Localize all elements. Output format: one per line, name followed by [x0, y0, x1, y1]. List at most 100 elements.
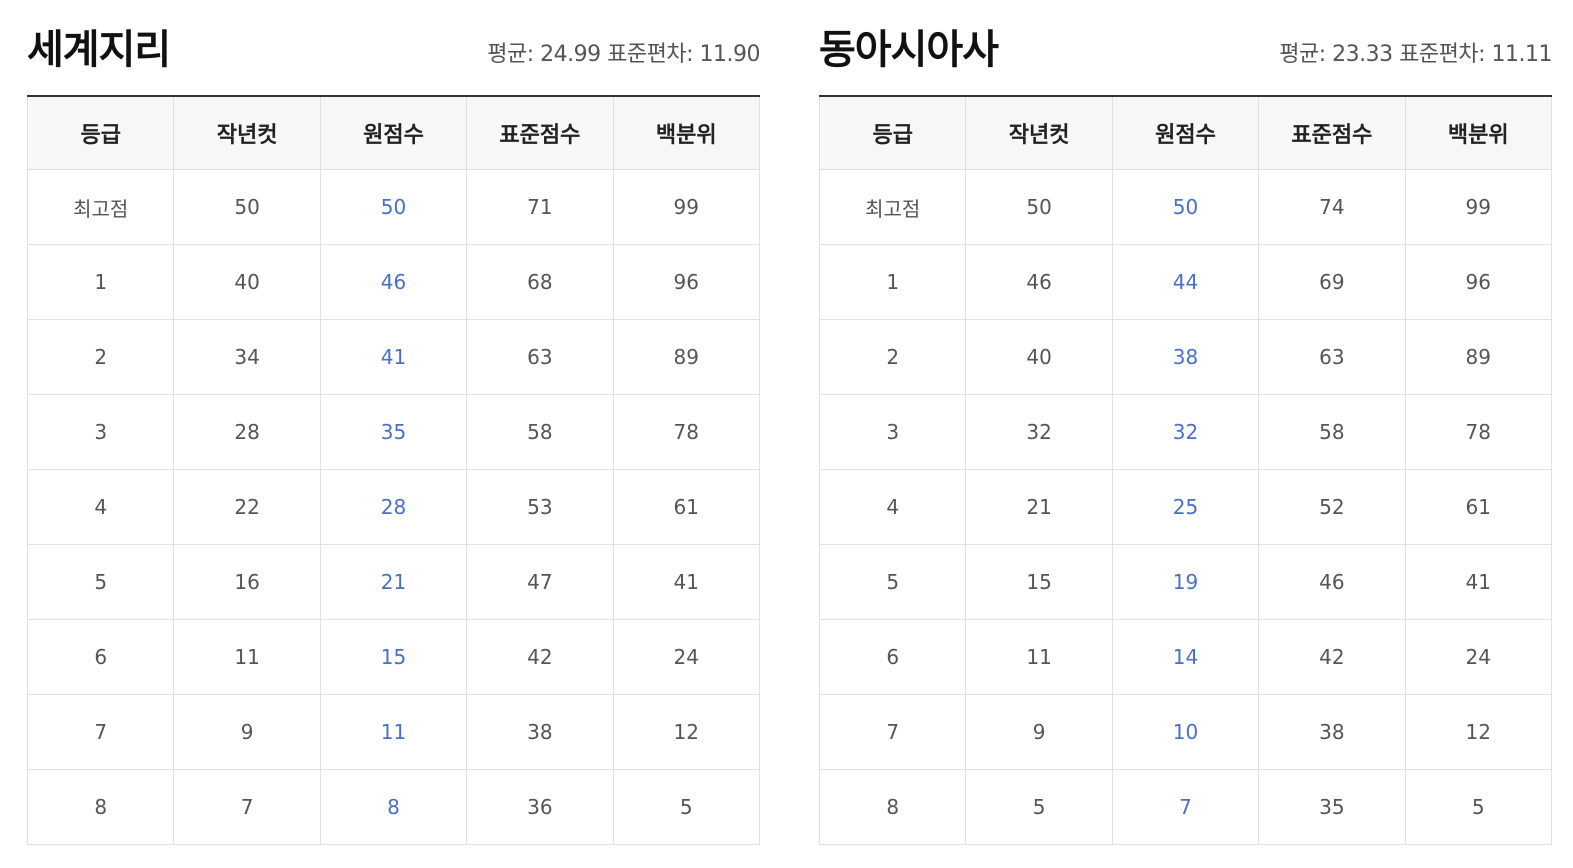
panel-stats: 평균: 24.99 표준편차: 11.90: [487, 40, 760, 70]
percentile-cell: 41: [1404, 544, 1553, 620]
column-header-standard-score: 표준점수: [1258, 96, 1406, 170]
grade-cell: 최고점: [26, 169, 175, 245]
subject-panel-world-geography: 세계지리 평균: 24.99 표준편차: 11.90 등급 작년컷 원점수 표준…: [26, 18, 761, 845]
standard-score-cell: 58: [466, 394, 614, 470]
raw-score-cell: 8: [319, 769, 468, 845]
table-row: 2 40 38 63 89: [818, 319, 1553, 395]
column-header-standard-score: 표준점수: [466, 96, 614, 170]
last-year-cut-cell: 22: [173, 469, 321, 545]
raw-score-cell: 21: [319, 544, 468, 620]
grade-cell: 8: [26, 769, 175, 845]
subject-panel-east-asian-history: 동아시아사 평균: 23.33 표준편차: 11.11 등급 작년컷 원점수 표…: [818, 18, 1553, 845]
grade-cell: 6: [26, 619, 175, 695]
percentile-cell: 12: [1404, 694, 1553, 770]
table-row: 6 11 15 42 24: [26, 619, 761, 695]
standard-score-cell: 35: [1258, 769, 1406, 845]
column-header-last-year-cut: 작년컷: [965, 96, 1113, 170]
table-row: 8 7 8 36 5: [26, 769, 761, 845]
standard-score-cell: 42: [1258, 619, 1406, 695]
last-year-cut-cell: 11: [173, 619, 321, 695]
column-header-percentile: 백분위: [1404, 96, 1553, 170]
percentile-cell: 99: [1404, 169, 1553, 245]
raw-score-cell: 46: [319, 244, 468, 320]
table-row: 1 46 44 69 96: [818, 244, 1553, 320]
raw-score-cell: 44: [1111, 244, 1260, 320]
percentile-cell: 96: [1404, 244, 1553, 320]
last-year-cut-cell: 32: [965, 394, 1113, 470]
grade-table: 등급 작년컷 원점수 표준점수 백분위 최고점 50 50 74 99 1 46 44 69 96…: [818, 95, 1553, 845]
percentile-cell: 24: [1404, 619, 1553, 695]
table-row: 최고점 50 50 74 99: [818, 169, 1553, 245]
table-row: 1 40 46 68 96: [26, 244, 761, 320]
grade-cell: 7: [26, 694, 175, 770]
standard-score-cell: 38: [466, 694, 614, 770]
raw-score-cell: 19: [1111, 544, 1260, 620]
panel-stats: 평균: 23.33 표준편차: 11.11: [1279, 40, 1552, 70]
standard-score-cell: 74: [1258, 169, 1406, 245]
last-year-cut-cell: 15: [965, 544, 1113, 620]
standard-score-cell: 52: [1258, 469, 1406, 545]
percentile-cell: 89: [612, 319, 761, 395]
last-year-cut-cell: 28: [173, 394, 321, 470]
last-year-cut-cell: 9: [965, 694, 1113, 770]
standard-score-cell: 36: [466, 769, 614, 845]
stdev-label: 표준편차: 11.90: [607, 42, 760, 67]
raw-score-cell: 28: [319, 469, 468, 545]
percentile-cell: 24: [612, 619, 761, 695]
percentile-cell: 78: [1404, 394, 1553, 470]
last-year-cut-cell: 34: [173, 319, 321, 395]
last-year-cut-cell: 40: [173, 244, 321, 320]
grade-cell: 4: [818, 469, 967, 545]
percentile-cell: 96: [612, 244, 761, 320]
last-year-cut-cell: 16: [173, 544, 321, 620]
last-year-cut-cell: 21: [965, 469, 1113, 545]
raw-score-cell: 11: [319, 694, 468, 770]
standard-score-cell: 46: [1258, 544, 1406, 620]
table-row: 3 32 32 58 78: [818, 394, 1553, 470]
last-year-cut-cell: 11: [965, 619, 1113, 695]
raw-score-cell: 15: [319, 619, 468, 695]
grade-cell: 3: [26, 394, 175, 470]
standard-score-cell: 71: [466, 169, 614, 245]
percentile-cell: 5: [1404, 769, 1553, 845]
grade-table: 등급 작년컷 원점수 표준점수 백분위 최고점 50 50 71 99 1 40 46 68 96…: [26, 95, 761, 845]
raw-score-cell: 50: [319, 169, 468, 245]
grade-cell: 2: [818, 319, 967, 395]
column-header-raw-score: 원점수: [1111, 96, 1260, 170]
table-row: 7 9 11 38 12: [26, 694, 761, 770]
grade-cell: 1: [26, 244, 175, 320]
last-year-cut-cell: 7: [173, 769, 321, 845]
standard-score-cell: 63: [466, 319, 614, 395]
percentile-cell: 5: [612, 769, 761, 845]
last-year-cut-cell: 5: [965, 769, 1113, 845]
table-row: 최고점 50 50 71 99: [26, 169, 761, 245]
table-row: 8 5 7 35 5: [818, 769, 1553, 845]
table-row: 5 16 21 47 41: [26, 544, 761, 620]
raw-score-cell: 35: [319, 394, 468, 470]
table-row: 6 11 14 42 24: [818, 619, 1553, 695]
percentile-cell: 41: [612, 544, 761, 620]
percentile-cell: 78: [612, 394, 761, 470]
last-year-cut-cell: 50: [173, 169, 321, 245]
grade-cell: 8: [818, 769, 967, 845]
standard-score-cell: 58: [1258, 394, 1406, 470]
table-row: 7 9 10 38 12: [818, 694, 1553, 770]
last-year-cut-cell: 50: [965, 169, 1113, 245]
mean-label: 평균: 24.99: [487, 42, 601, 67]
raw-score-cell: 14: [1111, 619, 1260, 695]
percentile-cell: 99: [612, 169, 761, 245]
percentile-cell: 89: [1404, 319, 1553, 395]
panel-header: 동아시아사 평균: 23.33 표준편차: 11.11: [819, 18, 1552, 95]
grade-cell: 최고점: [818, 169, 967, 245]
last-year-cut-cell: 46: [965, 244, 1113, 320]
table-header-row: 등급 작년컷 원점수 표준점수 백분위: [818, 96, 1553, 170]
column-header-grade: 등급: [818, 96, 967, 170]
grade-cell: 2: [26, 319, 175, 395]
grade-cell: 7: [818, 694, 967, 770]
table-row: 5 15 19 46 41: [818, 544, 1553, 620]
standard-score-cell: 68: [466, 244, 614, 320]
percentile-cell: 61: [612, 469, 761, 545]
grade-cell: 4: [26, 469, 175, 545]
table-row: 2 34 41 63 89: [26, 319, 761, 395]
standard-score-cell: 42: [466, 619, 614, 695]
